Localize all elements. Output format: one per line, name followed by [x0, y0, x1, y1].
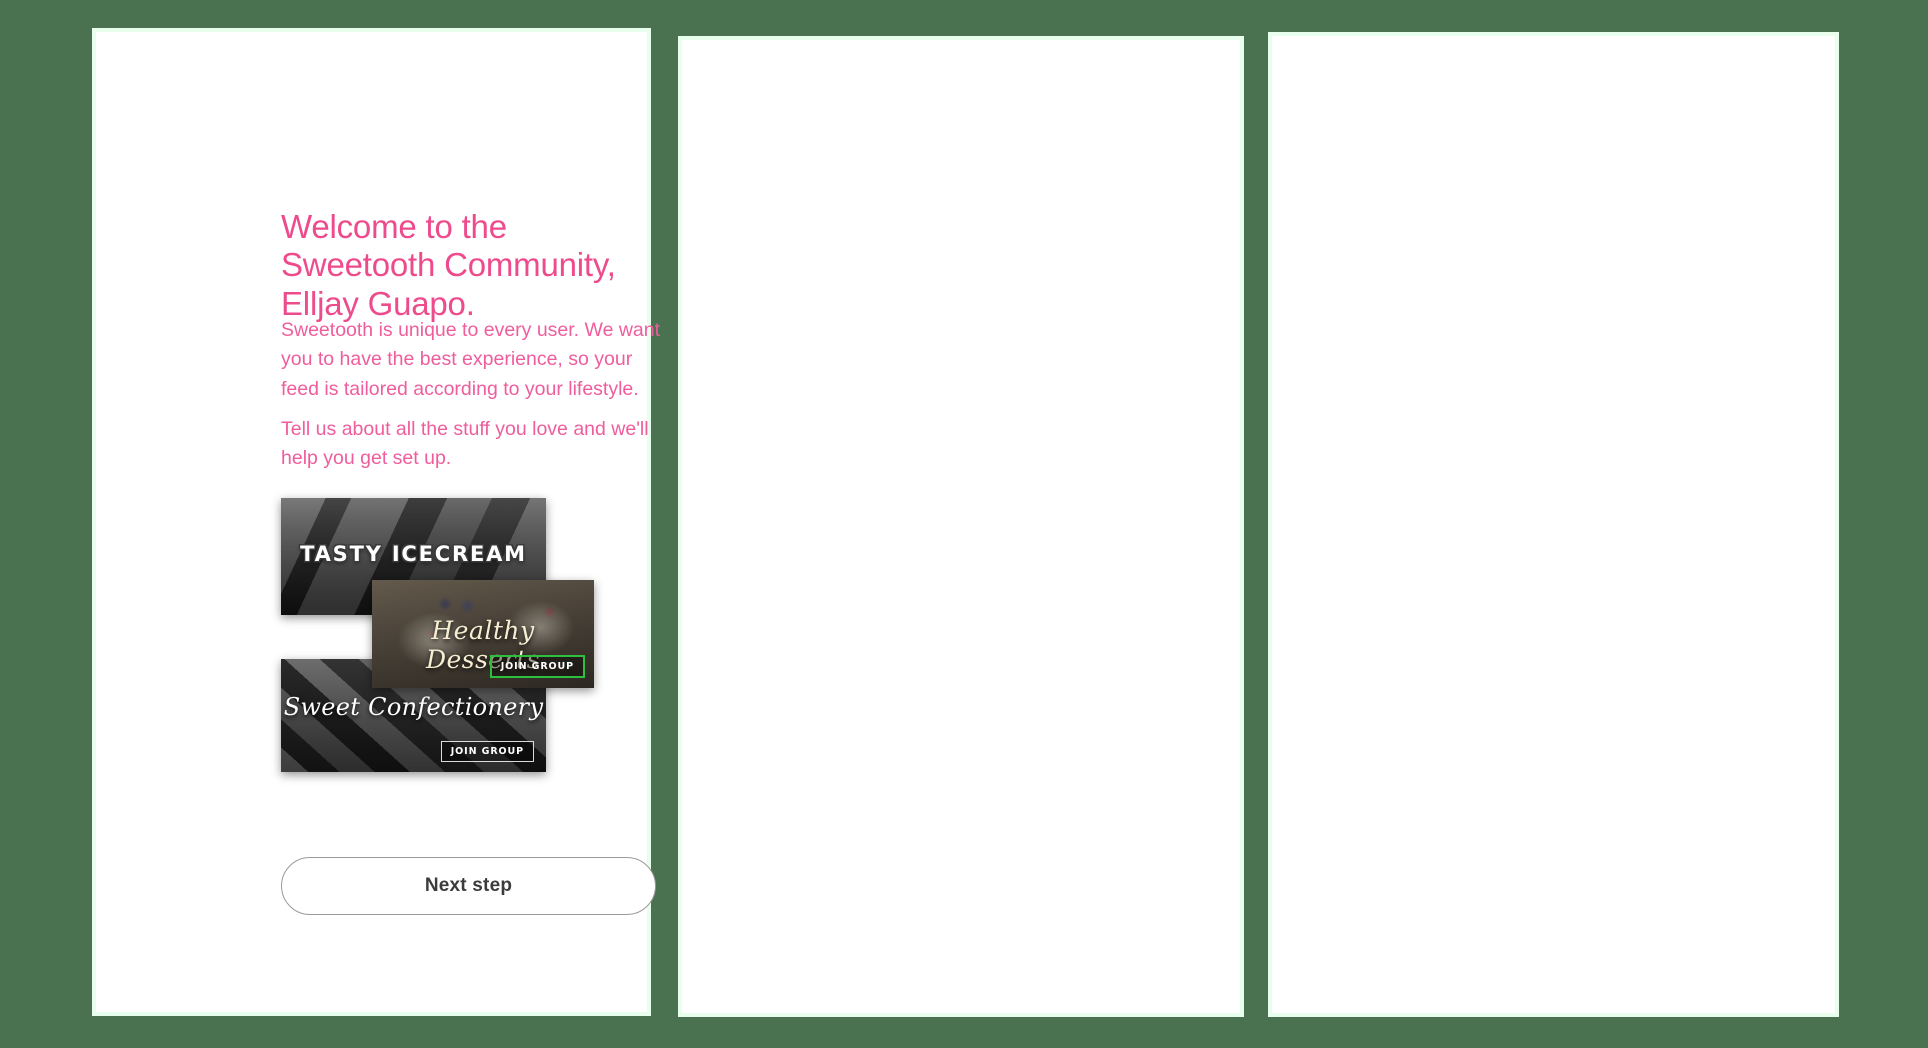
onboarding-screen: Welcome to the Sweetooth Community, Ellj…	[96, 32, 660, 1012]
page-title: Welcome to the Sweetooth Community, Ellj…	[281, 208, 616, 322]
screenshot-canvas: Welcome to the Sweetooth Community, Ellj…	[0, 0, 1928, 1048]
interest-card-stack: TASTY ICECREAM Sweet Confectionery JOIN …	[281, 498, 671, 828]
intro-paragraph-primary: Sweetooth is unique to every user. We wa…	[281, 319, 661, 400]
interest-card-desserts[interactable]: Healthy Desserts JOIN GROUP	[372, 580, 594, 688]
join-group-button-desserts[interactable]: JOIN GROUP	[489, 655, 585, 678]
intro-paragraph-secondary: Tell us about all the stuff you love and…	[281, 418, 649, 470]
next-step-button[interactable]: Next step	[281, 857, 656, 915]
join-group-button-confectionery[interactable]: JOIN GROUP	[440, 741, 534, 762]
profile-details-screen: Enter details for your profile Next step…	[1272, 36, 1835, 1013]
phone-number-screen: Enter your phone number Next step Skip (…	[682, 40, 1828, 1013]
